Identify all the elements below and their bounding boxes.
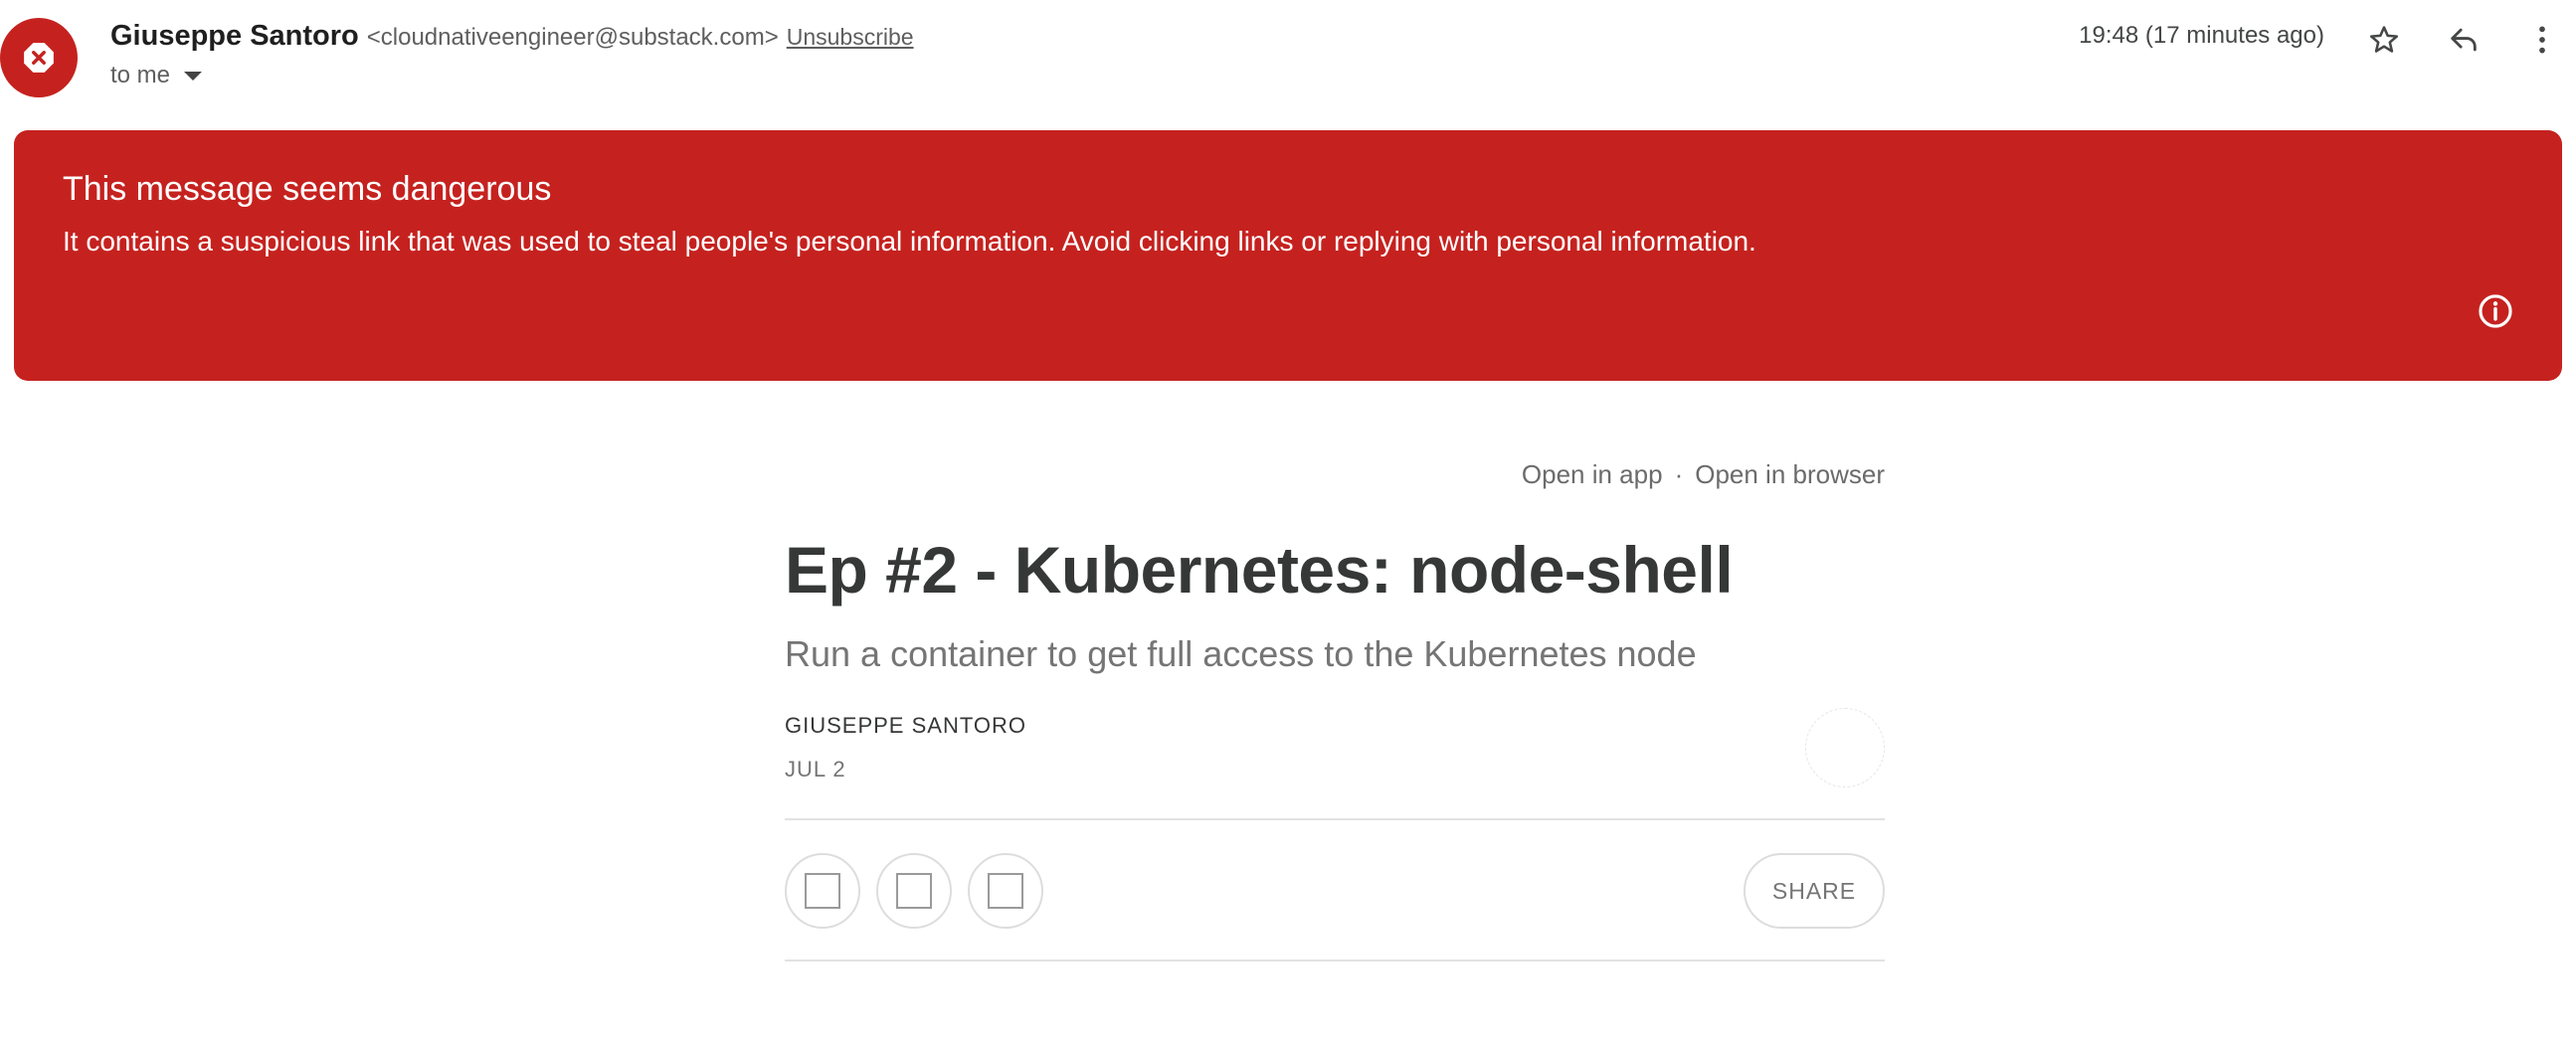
divider	[785, 959, 1885, 961]
warning-title: This message seems dangerous	[63, 170, 552, 208]
star-icon	[2369, 26, 2399, 53]
star-button[interactable]	[2362, 18, 2406, 62]
like-button[interactable]	[785, 853, 860, 929]
restack-button[interactable]	[968, 853, 1043, 929]
comment-button[interactable]	[876, 853, 952, 929]
reply-icon	[2451, 28, 2477, 52]
post-date: JUL 2	[785, 757, 846, 782]
sender-email: <cloudnativeengineer@substack.com>	[366, 24, 779, 51]
more-options-button[interactable]	[2520, 18, 2564, 62]
open-in-app-link[interactable]: Open in app	[1522, 459, 1663, 489]
sender-avatar[interactable]	[0, 18, 78, 97]
share-button[interactable]: SHARE	[1744, 853, 1885, 929]
warning-message: It contains a suspicious link that was u…	[63, 226, 1756, 257]
author-avatar[interactable]	[1805, 708, 1885, 787]
open-in-browser-link[interactable]: Open in browser	[1695, 459, 1885, 489]
restack-icon	[988, 873, 1023, 909]
post-title[interactable]: Ep #2 - Kubernetes: node-shell	[785, 532, 1885, 608]
more-vert-icon	[2539, 26, 2545, 54]
info-icon[interactable]	[2477, 292, 2514, 330]
byline: GIUSEPPE SANTORO JUL 2	[785, 708, 1885, 792]
chevron-down-icon	[184, 71, 203, 81]
sender-line: Giuseppe Santoro <cloudnativeengineer@su…	[110, 20, 914, 56]
comment-icon	[896, 873, 932, 909]
post-actions: SHARE	[785, 820, 1885, 959]
post-subtitle: Run a container to get full access to th…	[785, 633, 1697, 674]
recipient-details-toggle[interactable]: to me	[110, 62, 203, 89]
like-icon	[805, 873, 840, 909]
newsletter-body: Open in app · Open in browser Ep #2 - Kube…	[785, 459, 1885, 961]
unsubscribe-link[interactable]: Unsubscribe	[787, 24, 914, 51]
message-timestamp: 19:48 (17 minutes ago)	[2079, 22, 2324, 49]
author-name[interactable]: GIUSEPPE SANTORO	[785, 713, 1885, 739]
link-separator: ·	[1674, 459, 1684, 489]
sender-name[interactable]: Giuseppe Santoro	[110, 20, 359, 53]
recipient-label: to me	[110, 62, 171, 88]
reply-button[interactable]	[2442, 18, 2485, 62]
danger-warning-banner: This message seems dangerous It contains…	[14, 130, 2562, 381]
blocked-x-icon	[24, 43, 54, 73]
app-links: Open in app · Open in browser	[785, 459, 1885, 490]
